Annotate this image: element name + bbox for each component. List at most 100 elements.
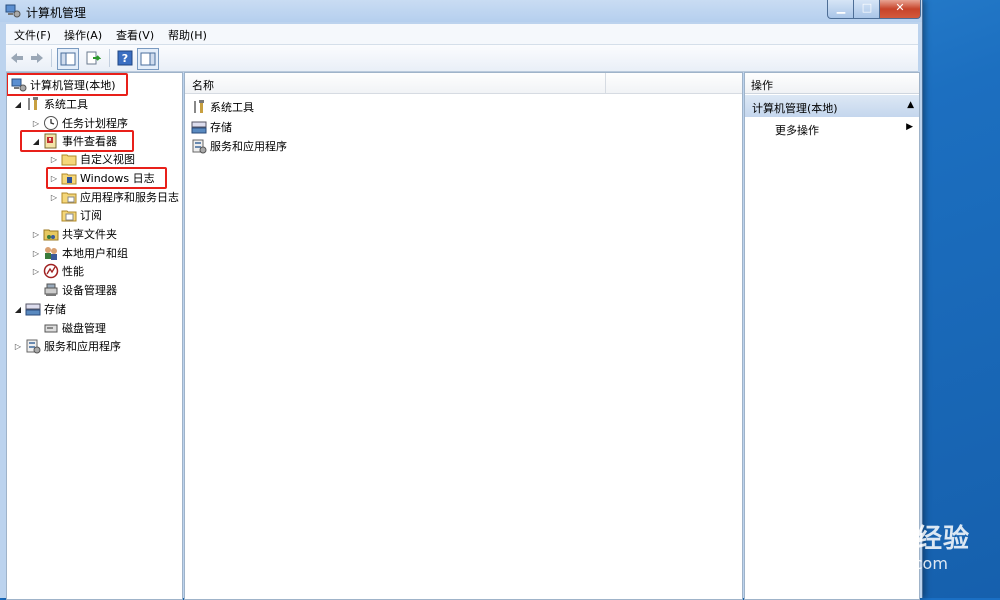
back-button[interactable]: [7, 48, 27, 68]
tree-item-disk-management[interactable]: 磁盘管理: [41, 319, 106, 337]
collapse-up-icon[interactable]: ▲: [907, 100, 914, 110]
baidu-watermark: Bai●du经验 jingyan.baidu.com: [778, 516, 970, 573]
forward-arrow-icon: [31, 53, 43, 63]
tree-label: 本地用户和组: [62, 247, 128, 260]
tree-label: 订阅: [80, 209, 102, 222]
computer-management-icon: [5, 4, 21, 18]
list-item-label: 服务和应用程序: [210, 140, 287, 153]
tree-label: 设备管理器: [62, 284, 117, 297]
show-hide-tree-button[interactable]: [57, 48, 79, 70]
tree-item-subscriptions[interactable]: 订阅: [59, 206, 102, 224]
tree-item-custom-views[interactable]: ▷ 自定义视图: [49, 150, 135, 168]
storage-icon: [191, 121, 207, 134]
column-header-name[interactable]: 名称: [185, 73, 606, 93]
toolbar-separator: [51, 49, 52, 67]
toolbar-separator: [109, 49, 110, 67]
tree-label: 性能: [62, 265, 84, 278]
minimize-button[interactable]: ▁: [827, 0, 855, 19]
maximize-icon: □: [861, 1, 873, 14]
forward-button[interactable]: [27, 48, 47, 68]
watermark-logo-text3: 经验: [915, 524, 970, 554]
expand-arrow-icon[interactable]: ▷: [31, 230, 41, 239]
submenu-arrow-icon: ▶: [906, 122, 913, 132]
close-button[interactable]: ✕: [879, 0, 921, 19]
list-item-label: 系统工具: [210, 101, 254, 114]
collapse-arrow-icon[interactable]: ◢: [13, 100, 23, 109]
collapse-arrow-icon[interactable]: ◢: [13, 305, 23, 314]
menu-file[interactable]: 文件(F): [14, 27, 51, 43]
actions-group-label: 计算机管理(本地): [752, 102, 838, 115]
window-title: 计算机管理: [26, 6, 87, 20]
tree-label: 磁盘管理: [62, 322, 106, 335]
tree-label: 任务计划程序: [62, 117, 128, 130]
highlight-box-event-viewer: [20, 130, 134, 152]
expand-arrow-icon[interactable]: ▷: [49, 155, 59, 164]
actions-header: 操作: [745, 73, 919, 94]
tree-item-system-tools[interactable]: ◢ 系统工具: [13, 95, 88, 113]
tree-item-services-apps[interactable]: ▷ 服务和应用程序: [13, 337, 121, 355]
expand-arrow-icon[interactable]: ▷: [31, 267, 41, 276]
export-list-button[interactable]: [83, 48, 103, 68]
folder-icon: [61, 192, 77, 204]
tree-item-shared-folders[interactable]: ▷ 共享文件夹: [31, 225, 117, 243]
expand-arrow-icon[interactable]: ▷: [13, 342, 23, 351]
toolbar: ?: [6, 45, 918, 72]
watermark-logo-text1: Bai: [778, 516, 842, 556]
highlight-box-windows-logs: [46, 167, 167, 189]
folder-icon: [61, 154, 77, 166]
highlight-box-root: [7, 73, 128, 96]
performance-icon: [43, 263, 59, 279]
tools-icon: [194, 100, 204, 113]
console-tree-icon: [60, 52, 76, 66]
tree-item-storage[interactable]: ◢ 存储: [13, 300, 66, 318]
close-icon: ✕: [895, 1, 905, 14]
watermark-logo: Bai●du经验: [778, 516, 970, 556]
tree-item-device-manager[interactable]: 设备管理器: [41, 281, 117, 299]
menu-help[interactable]: 帮助(H): [168, 27, 207, 43]
expand-arrow-icon[interactable]: ▷: [49, 193, 59, 202]
clock-icon: [44, 116, 58, 130]
tools-icon: [28, 97, 38, 110]
show-hide-action-pane-button[interactable]: [137, 48, 159, 70]
expand-arrow-icon[interactable]: ▷: [31, 249, 41, 258]
subscription-icon: [61, 210, 77, 222]
list-item-services-apps[interactable]: 服务和应用程序: [191, 137, 287, 155]
column-header-row: 名称: [185, 73, 742, 94]
tree-label: 存储: [44, 303, 66, 316]
services-icon: [26, 339, 41, 354]
services-icon: [192, 139, 207, 154]
shared-folder-icon: [43, 229, 59, 241]
list-item-system-tools[interactable]: 系统工具: [191, 98, 254, 116]
export-list-icon: [86, 51, 101, 65]
tree-label: 服务和应用程序: [44, 340, 121, 353]
tree-item-app-service-logs[interactable]: ▷ 应用程序和服务日志: [49, 188, 179, 206]
list-item-label: 存储: [210, 121, 232, 134]
maximize-button[interactable]: □: [853, 0, 881, 19]
column-header-label: 名称: [192, 79, 214, 92]
results-list-pane[interactable]: 名称 系统工具 存储 服务和应用程序: [184, 72, 743, 600]
tree-label: 应用程序和服务日志: [80, 191, 179, 204]
users-icon: [45, 247, 57, 260]
device-manager-icon: [44, 283, 58, 296]
actions-group-header[interactable]: 计算机管理(本地) ▲: [745, 95, 919, 117]
title-bar[interactable]: 计算机管理 ▁ □ ✕: [0, 0, 922, 22]
console-tree-pane[interactable]: 计算机管理(本地) ◢ 系统工具 ▷ 任务计划程序 ◢ 事件查看器 ▷ 自定义视…: [6, 72, 183, 600]
watermark-logo-text2: du: [865, 516, 916, 556]
expand-arrow-icon[interactable]: ▷: [31, 119, 41, 128]
paw-icon: ●: [841, 524, 866, 554]
storage-icon: [25, 303, 41, 316]
help-button[interactable]: ?: [115, 48, 135, 68]
tree-item-local-users[interactable]: ▷ 本地用户和组: [31, 244, 128, 262]
menu-view[interactable]: 查看(V): [116, 27, 154, 43]
actions-header-label: 操作: [751, 79, 773, 92]
tree-item-performance[interactable]: ▷ 性能: [31, 262, 84, 280]
more-actions-item[interactable]: 更多操作: [775, 122, 819, 138]
tree-label: 自定义视图: [80, 153, 135, 166]
tree-label: 系统工具: [44, 98, 88, 111]
disk-icon: [44, 324, 58, 333]
menu-action[interactable]: 操作(A): [64, 27, 102, 43]
computer-management-window: 计算机管理 ▁ □ ✕ 文件(F) 操作(A) 查看(V) 帮助(H) ? 计算…: [0, 0, 923, 600]
list-item-storage[interactable]: 存储: [191, 118, 232, 136]
minimize-icon: ▁: [836, 1, 846, 14]
svg-text:?: ?: [122, 52, 128, 65]
